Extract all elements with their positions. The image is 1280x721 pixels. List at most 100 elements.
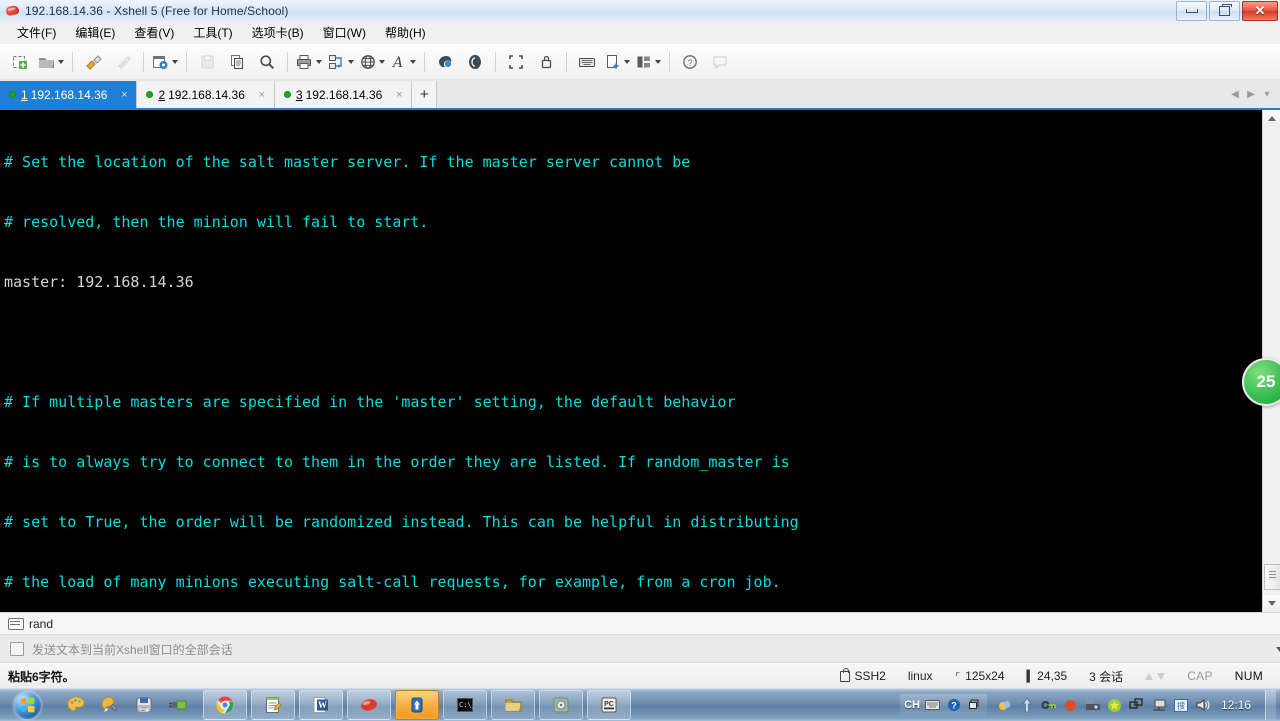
save-icon[interactable]	[192, 48, 222, 76]
svg-text:?: ?	[687, 58, 692, 68]
menu-file[interactable]: 文件(F)	[8, 21, 65, 44]
shield-icon[interactable]	[1107, 697, 1123, 713]
chevron-up-icon	[1267, 116, 1276, 121]
taskbar-chrome-icon[interactable]	[203, 690, 247, 720]
chevron-down-icon[interactable]	[316, 59, 322, 64]
palette-icon[interactable]	[61, 691, 91, 719]
tab-number: 1	[21, 87, 28, 102]
terminal-scrollbar[interactable]: 25	[1242, 110, 1280, 612]
tab-navigation: ◀ ▶ ▾	[1228, 81, 1280, 108]
menu-view[interactable]: 查看(V)	[125, 21, 183, 44]
record-icon[interactable]	[1063, 697, 1079, 713]
layout-icon[interactable]	[633, 48, 664, 76]
up-arrow-icon[interactable]	[1019, 697, 1035, 713]
volume-icon[interactable]	[1195, 697, 1211, 713]
app-icon[interactable]: 搜	[1173, 697, 1189, 713]
chevron-down-icon[interactable]	[172, 59, 178, 64]
chevron-down-icon[interactable]	[624, 59, 630, 64]
network-icon[interactable]	[1151, 697, 1167, 713]
send-to-all-row[interactable]: 发送文本到当前Xshell窗口的全部会话	[0, 634, 1280, 664]
keyboard-icon[interactable]	[925, 697, 941, 713]
help-icon[interactable]: ?	[675, 48, 705, 76]
terminal-screen[interactable]: # Set the location of the salt master se…	[0, 110, 1280, 612]
taskbar-cmd-icon[interactable]: C:\_	[443, 690, 487, 720]
save-disk-icon[interactable]	[129, 691, 159, 719]
cloud-icon[interactable]	[997, 697, 1013, 713]
windows-taskbar: W C:\_	[0, 688, 1280, 721]
chevron-down-icon[interactable]	[410, 59, 416, 64]
toolbar-separator	[669, 51, 670, 72]
tab-session-2[interactable]: 2 192.168.14.36 ×	[137, 81, 275, 108]
connect-icon[interactable]	[78, 48, 108, 76]
fullscreen-icon[interactable]	[501, 48, 531, 76]
session-properties-icon[interactable]	[149, 48, 181, 76]
tab-session-3[interactable]: 3 192.168.14.36 ×	[274, 81, 413, 108]
help-icon[interactable]: ?	[946, 697, 962, 713]
toolbar-separator	[72, 51, 73, 72]
show-desktop-button[interactable]	[1265, 690, 1276, 720]
tunnel-icon[interactable]	[460, 48, 490, 76]
taskbar-media-icon[interactable]	[539, 690, 583, 720]
taskbar-notepad-icon[interactable]	[251, 690, 295, 720]
close-button[interactable]: ✕	[1242, 1, 1278, 21]
new-tab-button[interactable]: +	[412, 81, 438, 108]
paint-icon[interactable]	[95, 691, 125, 719]
ime-indicator[interactable]: CH ?	[900, 694, 987, 716]
menu-tabs[interactable]: 选项卡(B)	[243, 21, 313, 44]
status-size: ⌜ 125x24	[944, 669, 1016, 683]
tab-session-1[interactable]: 1 192.168.14.36 ×	[0, 81, 138, 108]
chat-icon[interactable]	[705, 48, 735, 76]
share-icon[interactable]	[1129, 697, 1145, 713]
keyboard-icon[interactable]	[572, 48, 602, 76]
open-folder-icon[interactable]	[35, 48, 67, 76]
maximize-button[interactable]	[1209, 1, 1240, 21]
key-icon[interactable]	[1041, 697, 1057, 713]
ime-options-icon[interactable]	[967, 697, 983, 713]
tab-close-icon[interactable]: ×	[118, 89, 130, 101]
menu-tools[interactable]: 工具(T)	[184, 21, 241, 44]
taskbar-pc-icon[interactable]: PC	[587, 690, 631, 720]
menu-help[interactable]: 帮助(H)	[376, 21, 435, 44]
send-to-all-checkbox[interactable]	[10, 642, 24, 656]
tab-scroll-right-icon[interactable]: ▶	[1244, 87, 1258, 103]
new-session-icon[interactable]	[5, 48, 35, 76]
tab-list-chevron-down-icon[interactable]: ▾	[1260, 87, 1274, 103]
resize-icon: ⌜	[954, 669, 962, 683]
tab-scroll-left-icon[interactable]: ◀	[1228, 87, 1242, 103]
start-button[interactable]	[1, 690, 53, 720]
find-icon[interactable]	[252, 48, 282, 76]
toolbar-separator	[424, 51, 425, 72]
chevron-down-icon[interactable]	[655, 59, 661, 64]
minimize-button[interactable]	[1176, 1, 1207, 21]
chevron-down-icon[interactable]	[58, 59, 64, 64]
copy-icon[interactable]	[222, 48, 252, 76]
taskbar-clock[interactable]: 12:16	[1217, 698, 1257, 712]
scroll-down-button[interactable]	[1263, 595, 1280, 612]
scrollbar-thumb[interactable]	[1264, 564, 1280, 590]
lock-icon[interactable]	[531, 48, 561, 76]
menu-edit[interactable]: 编辑(E)	[66, 21, 124, 44]
globe-icon[interactable]	[357, 48, 388, 76]
taskbar-xftp-icon[interactable]	[395, 690, 439, 720]
taskbar-folder-icon[interactable]	[491, 690, 535, 720]
sftp-icon[interactable]	[430, 48, 460, 76]
scroll-up-button[interactable]	[1263, 110, 1280, 127]
xshell-icon	[5, 3, 21, 19]
compose-icon[interactable]	[602, 48, 633, 76]
disconnect-icon[interactable]	[108, 48, 138, 76]
taskbar-xshell-icon[interactable]	[347, 690, 391, 720]
terminal-line: master: 192.168.14.36	[4, 273, 194, 291]
taskbar-word-icon[interactable]: W	[299, 690, 343, 720]
menu-window[interactable]: 窗口(W)	[314, 21, 375, 44]
tool-icon[interactable]	[1085, 697, 1101, 713]
tab-close-icon[interactable]: ×	[393, 89, 405, 101]
chevron-down-icon[interactable]	[379, 59, 385, 64]
plug-icon[interactable]	[163, 691, 193, 719]
tab-close-icon[interactable]: ×	[256, 89, 268, 101]
transfer-icon[interactable]	[325, 48, 357, 76]
font-icon[interactable]: A	[388, 48, 419, 76]
chevron-down-icon[interactable]	[348, 59, 354, 64]
window-title: 192.168.14.36 - Xshell 5 (Free for Home/…	[25, 3, 289, 18]
chevron-down-icon[interactable]	[1276, 646, 1280, 652]
print-icon[interactable]	[293, 48, 325, 76]
